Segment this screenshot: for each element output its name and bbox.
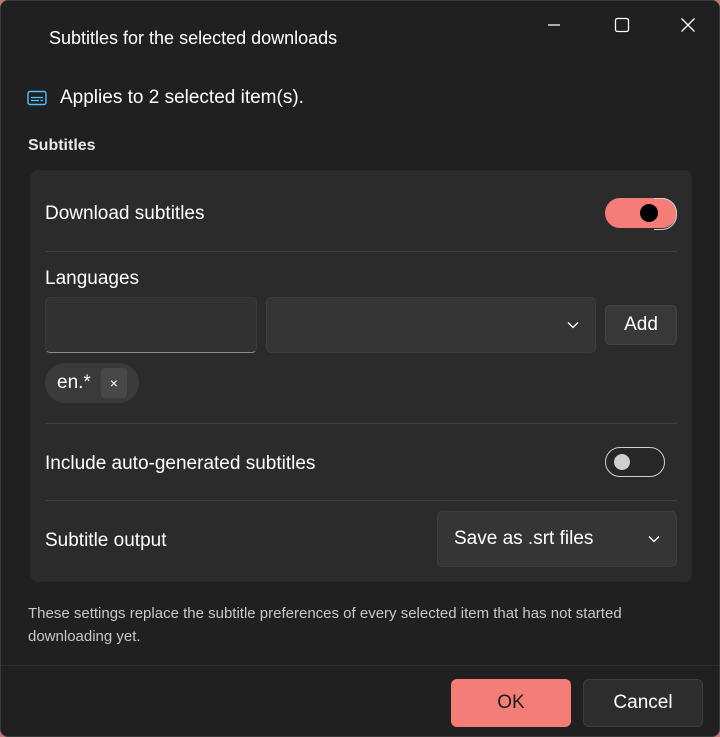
download-subtitles-label: Download subtitles: [45, 203, 205, 224]
maximize-icon: [614, 17, 630, 33]
auto-generated-label: Include auto-generated subtitles: [45, 453, 316, 474]
chevron-down-icon: [648, 536, 660, 543]
toggle-knob: [614, 453, 630, 470]
chevron-down-icon: [567, 322, 579, 329]
close-icon: [681, 18, 695, 32]
language-chip: en.* ×: [45, 363, 139, 403]
minimize-button[interactable]: [531, 7, 577, 43]
language-chip-label: en.*: [57, 372, 91, 393]
subtitles-icon: [27, 90, 47, 106]
window-title: Subtitles for the selected downloads: [49, 28, 338, 48]
subtitles-settings-card: Download subtitles Languages Add en.* × …: [30, 170, 692, 582]
cancel-button[interactable]: Cancel: [583, 679, 703, 727]
divider: [45, 251, 677, 252]
remove-chip-button[interactable]: ×: [100, 368, 127, 398]
ok-button[interactable]: OK: [451, 679, 571, 727]
subtitle-output-value: Save as .srt files: [454, 528, 594, 549]
footnote-text: These settings replace the subtitle pref…: [28, 605, 622, 645]
languages-label: Languages: [45, 268, 140, 289]
dialog-window: Subtitles for the selected downloads App…: [0, 0, 720, 737]
download-subtitles-toggle[interactable]: [605, 198, 677, 230]
info-row: Applies to 2 selected item(s).: [27, 87, 304, 109]
title-bar: Subtitles for the selected downloads: [1, 1, 719, 63]
divider: [45, 423, 677, 424]
subtitle-output-label: Subtitle output: [45, 530, 167, 551]
language-select[interactable]: [266, 297, 596, 353]
close-button[interactable]: [665, 7, 711, 43]
info-text: Applies to 2 selected item(s).: [60, 87, 304, 108]
dialog-footer: OK Cancel: [1, 665, 719, 736]
language-code-input[interactable]: [45, 297, 257, 353]
divider: [45, 500, 677, 501]
subtitle-output-select[interactable]: Save as .srt files: [437, 511, 677, 567]
maximize-button[interactable]: [599, 7, 645, 43]
auto-generated-toggle[interactable]: [605, 447, 665, 477]
add-language-button[interactable]: Add: [605, 305, 677, 345]
toggle-knob: [640, 204, 658, 222]
section-heading-subtitles: Subtitles: [28, 137, 96, 154]
minimize-icon: [548, 24, 560, 26]
